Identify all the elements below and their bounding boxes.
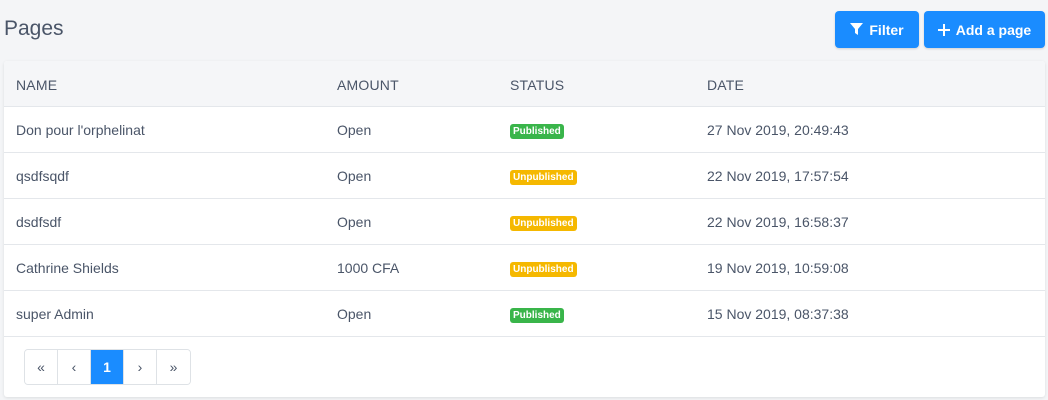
pagination: « ‹ 1 › » (24, 349, 191, 385)
filter-button-label: Filter (869, 21, 904, 38)
pagination-prev-button[interactable]: ‹ (58, 350, 91, 384)
row-date: 22 Nov 2019, 17:57:54 (707, 168, 849, 184)
table-row[interactable]: super Admin Open Published 15 Nov 2019, … (4, 291, 1045, 337)
pagination-last-button[interactable]: » (157, 350, 190, 384)
status-badge: Unpublished (510, 262, 577, 277)
pagination-page-1[interactable]: 1 (91, 350, 124, 384)
row-date: 15 Nov 2019, 08:37:38 (707, 306, 849, 322)
row-amount: Open (337, 168, 372, 184)
row-amount: Open (337, 306, 372, 322)
row-name[interactable]: super Admin (16, 306, 94, 322)
filter-button[interactable]: Filter (835, 11, 919, 48)
table-row[interactable]: Don pour l'orphelinat Open Published 27 … (4, 107, 1045, 153)
row-amount: 1000 CFA (337, 260, 400, 276)
page-header: Pages Filter Add a page (0, 0, 1048, 60)
add-page-button-label: Add a page (955, 21, 1032, 38)
pagination-next-button[interactable]: › (124, 350, 157, 384)
table-row[interactable]: dsdfsdf Open Unpublished 22 Nov 2019, 16… (4, 199, 1045, 245)
status-badge: Unpublished (510, 170, 577, 185)
row-name[interactable]: Cathrine Shields (16, 260, 119, 276)
status-badge: Published (510, 308, 564, 323)
add-page-button[interactable]: Add a page (924, 11, 1045, 48)
status-badge: Published (510, 124, 564, 139)
row-name[interactable]: qsdfsqdf (16, 168, 69, 184)
column-header-date[interactable]: DATE (707, 77, 744, 93)
status-badge: Unpublished (510, 216, 577, 231)
row-date: 27 Nov 2019, 20:49:43 (707, 122, 849, 138)
pagination-first-button[interactable]: « (25, 350, 58, 384)
row-amount: Open (337, 122, 372, 138)
pages-table-card: NAME AMOUNT STATUS DATE Don pour l'orphe… (4, 61, 1045, 397)
table-row[interactable]: Cathrine Shields 1000 CFA Unpublished 19… (4, 245, 1045, 291)
column-header-name[interactable]: NAME (16, 77, 57, 93)
plus-icon (937, 23, 950, 36)
table-header: NAME AMOUNT STATUS DATE (4, 61, 1045, 107)
table-row[interactable]: qsdfsqdf Open Unpublished 22 Nov 2019, 1… (4, 153, 1045, 199)
row-name[interactable]: Don pour l'orphelinat (16, 122, 145, 138)
filter-icon (850, 23, 864, 36)
row-name[interactable]: dsdfsdf (16, 214, 61, 230)
column-header-status[interactable]: STATUS (510, 77, 564, 93)
row-date: 22 Nov 2019, 16:58:37 (707, 214, 849, 230)
column-header-amount[interactable]: AMOUNT (337, 77, 399, 93)
row-amount: Open (337, 214, 372, 230)
page-title: Pages (4, 17, 64, 40)
row-date: 19 Nov 2019, 10:59:08 (707, 260, 849, 276)
